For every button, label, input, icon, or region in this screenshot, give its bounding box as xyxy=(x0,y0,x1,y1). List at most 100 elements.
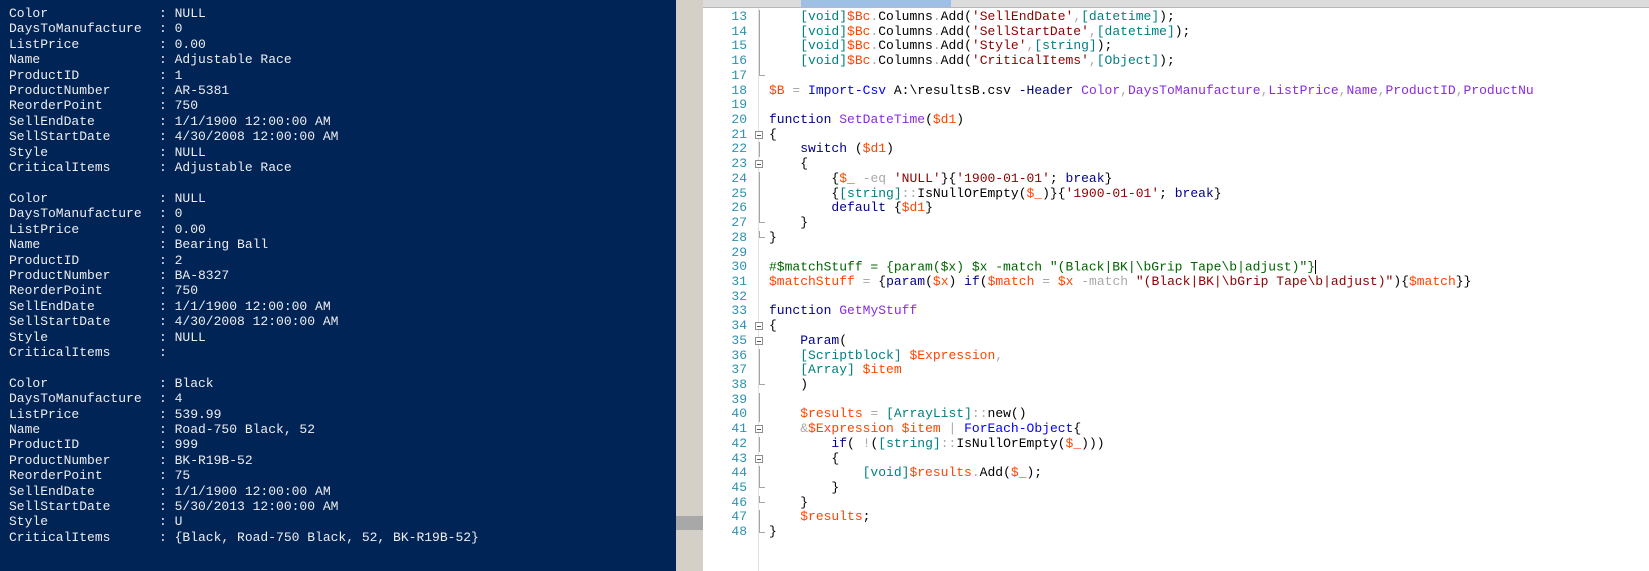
line-number: 31 xyxy=(731,273,747,289)
code-token-var: $Bc xyxy=(847,23,871,39)
fold-guide xyxy=(759,201,760,217)
property-name: ListPrice xyxy=(9,221,80,237)
code-token-grp: } xyxy=(1104,170,1113,186)
line-number: 44 xyxy=(731,465,747,481)
code-text: default {$d1} xyxy=(769,200,933,216)
tab-active-script[interactable] xyxy=(801,0,951,7)
fold-guide xyxy=(759,10,760,25)
property-value: : 4/30/2008 12:00:00 AM xyxy=(159,314,339,330)
property-name: ReorderPoint xyxy=(9,468,103,484)
code-token-kw: if xyxy=(964,273,980,289)
property-name: CriticalItems xyxy=(9,160,111,176)
code-token-arg: SetDateTime xyxy=(839,112,926,128)
code-token-op: . xyxy=(932,38,941,54)
pane-splitter[interactable] xyxy=(676,0,703,571)
fold-collapse-icon[interactable] xyxy=(755,322,763,331)
console-pane[interactable]: Color: NULL DaysToManufacture: 0 ListPrice… xyxy=(0,0,676,571)
line-number: 16 xyxy=(731,53,747,69)
code-token-kw: param xyxy=(886,273,926,289)
code-token-grp: ( xyxy=(925,112,933,128)
fold-collapse-icon[interactable] xyxy=(755,130,763,139)
code-token-var: $Expression xyxy=(808,421,894,437)
code-token-op: . xyxy=(932,23,941,39)
code-token-grp: } xyxy=(769,229,777,245)
script-editor[interactable]: 13 [void]$Bc.Columns.Add('SellEndDate',[… xyxy=(703,0,1649,571)
fold-collapse-icon[interactable] xyxy=(755,425,763,434)
line-number: 45 xyxy=(731,480,747,495)
property-value: : Adjustable Race xyxy=(159,160,292,176)
code-token-member: Add xyxy=(940,38,965,54)
fold-collapse-icon[interactable] xyxy=(755,336,763,345)
code-token-var: $Expression xyxy=(909,347,996,363)
line-number: 23 xyxy=(731,156,747,172)
property-value: : 999 xyxy=(159,437,199,453)
code-token-type: [Scriptblock] xyxy=(800,347,902,363)
code-text: { xyxy=(769,318,777,334)
code-token-grp: ) xyxy=(956,112,965,128)
console-property-line: ProductID: 999 xyxy=(9,437,479,452)
console-property-line: SellEndDate: 1/1/1900 12:00:00 AM xyxy=(9,114,479,129)
property-name: CriticalItems xyxy=(9,344,111,360)
code-token-member: IsNullOrEmpty xyxy=(956,435,1058,451)
code-token-member: Add xyxy=(979,465,1004,481)
code-text: [void]$Bc.Columns.Add('SellStartDate',[d… xyxy=(769,23,1190,40)
property-name: Color xyxy=(9,190,49,206)
code-token-type: [string] xyxy=(1034,38,1097,54)
property-value: : 0.00 xyxy=(159,221,206,237)
code-token-str: 'NULL' xyxy=(893,170,941,186)
line-number: 46 xyxy=(731,494,747,510)
property-value: : 4/30/2008 12:00:00 AM xyxy=(159,129,339,145)
property-name: ReorderPoint xyxy=(9,283,103,299)
code-text: { xyxy=(769,156,808,172)
code-token-plain: ; xyxy=(862,509,871,525)
code-token-str: "(Black|BK|\bGrip Tape\b|adjust)" xyxy=(1135,273,1394,289)
property-value: : {Black, Road-750 Black, 52, BK-R19B-52… xyxy=(159,529,479,545)
code-text: } xyxy=(769,524,777,540)
line-number: 35 xyxy=(731,332,747,348)
code-token-op: -match xyxy=(1081,273,1129,289)
code-token-member: new xyxy=(987,406,1011,422)
code-token-var: $x xyxy=(1057,273,1074,289)
code-text: function SetDateTime($d1) xyxy=(769,112,965,128)
console-property-line: Style: U xyxy=(9,514,479,529)
code-token-type: [void] xyxy=(800,9,848,24)
fold-collapse-icon[interactable] xyxy=(755,454,763,463)
property-name: DaysToManufacture xyxy=(9,206,142,222)
code-token-member: Columns xyxy=(878,23,933,39)
code-token-grp: ( xyxy=(839,332,848,348)
property-name: CriticalItems xyxy=(9,529,111,545)
property-value: : NULL xyxy=(159,6,206,21)
code-text: [Scriptblock] $Expression, xyxy=(769,347,1003,364)
code-token-grp: ))) xyxy=(1081,435,1105,451)
property-value: : NULL xyxy=(159,144,206,160)
code-token-var: $B xyxy=(769,82,785,98)
code-token-op: & xyxy=(800,421,809,437)
line-number: 38 xyxy=(731,376,747,392)
fold-collapse-icon[interactable] xyxy=(755,160,763,169)
text-caret xyxy=(1315,260,1317,275)
code-token-var: $item xyxy=(862,362,902,378)
code-token-type: [Object] xyxy=(1096,53,1160,69)
code-token-op: . xyxy=(971,465,980,481)
code-token-type: [string] xyxy=(839,185,902,201)
code-token-arg: ListPrice xyxy=(1268,82,1339,98)
property-name: ProductNumber xyxy=(9,452,111,468)
console-property-line: SellEndDate: 1/1/1900 12:00:00 AM xyxy=(9,484,479,499)
code-token-type: [void] xyxy=(800,53,848,69)
code-text: $results = [ArrayList]::new() xyxy=(769,406,1026,422)
console-property-line: ListPrice: 0.00 xyxy=(9,37,479,52)
scrollbar-thumb[interactable] xyxy=(676,516,703,530)
line-number: 24 xyxy=(731,170,747,186)
code-token-grp: } xyxy=(925,200,933,216)
line-number: 43 xyxy=(731,450,747,466)
property-name: ProductNumber xyxy=(9,83,111,99)
